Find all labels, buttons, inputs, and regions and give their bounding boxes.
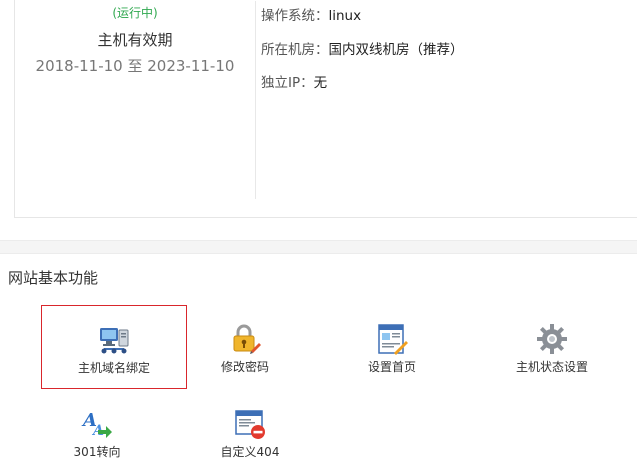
tile-label: 主机状态设置: [515, 360, 588, 374]
host-info-panel: (运行中) 主机有效期 2018-11-10 至 2023-11-10: [14, 0, 637, 218]
validity-range: 2018-11-10 至 2023-11-10: [35, 57, 235, 75]
tile-label: 自定义404: [220, 445, 280, 459]
redirect-arrow-icon: A A: [81, 410, 112, 439]
tile-label: 主机域名绑定: [77, 361, 150, 375]
set-homepage-button[interactable]: 设置首页: [319, 305, 465, 389]
info-value: linux: [328, 8, 362, 24]
info-value: 国内双线机房（推荐）: [328, 42, 464, 58]
info-key: 所在机房：: [261, 42, 329, 58]
custom-404-button[interactable]: 自定义404: [177, 390, 323, 474]
validity-block: (运行中) 主机有效期 2018-11-10 至 2023-11-10: [15, 0, 255, 217]
redirect-301-button[interactable]: A A 301转向: [24, 390, 170, 474]
change-password-button[interactable]: 修改密码: [172, 305, 318, 389]
info-row-datacenter: 所在机房：国内双线机房（推荐）: [261, 38, 464, 58]
tile-label: 301转向: [73, 445, 121, 459]
validity-label: 主机有效期: [97, 31, 173, 49]
tile-label: 设置首页: [367, 360, 416, 374]
gear-icon: [537, 324, 567, 354]
info-key: 独立IP：: [261, 75, 314, 91]
vertical-divider: [255, 1, 256, 199]
info-value: 无: [313, 75, 328, 91]
lock-pencil-icon: [233, 324, 261, 354]
domain-binding-button[interactable]: 主机域名绑定: [41, 305, 187, 389]
status-label: (运行中): [112, 6, 158, 20]
info-row-os: 操作系统：linux: [261, 4, 361, 24]
section-separator: [0, 240, 637, 254]
window-error-icon: [235, 410, 265, 439]
tile-label: 修改密码: [220, 360, 269, 374]
page-edit-icon: [378, 324, 408, 355]
section-title: 网站基本功能: [8, 269, 99, 287]
host-status-settings-button[interactable]: 主机状态设置: [479, 305, 625, 389]
computer-network-icon: [100, 328, 129, 354]
info-key: 操作系统：: [261, 8, 329, 24]
info-row-ip: 独立IP：无: [261, 71, 327, 91]
